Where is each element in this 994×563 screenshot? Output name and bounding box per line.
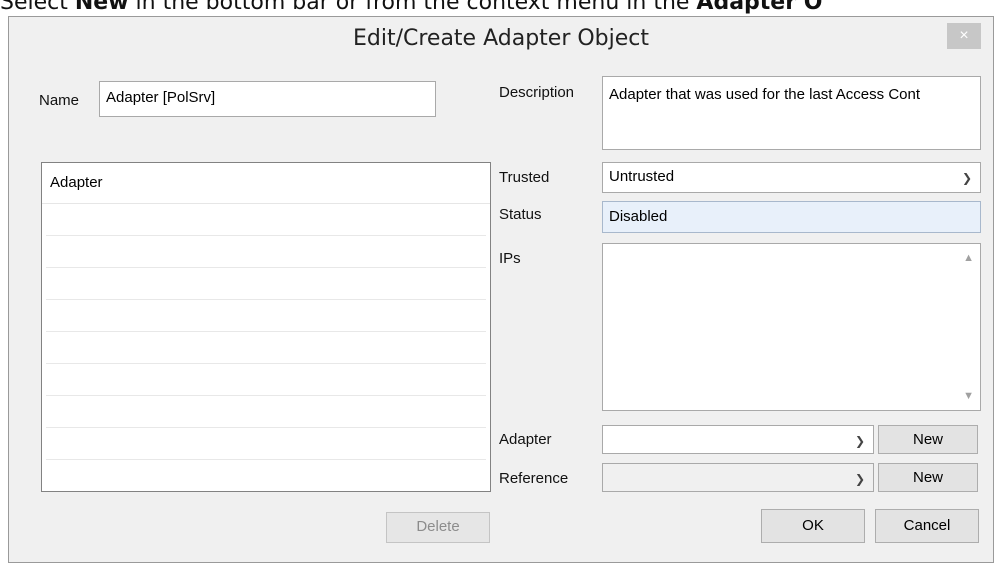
instruction-prefix: Select xyxy=(0,0,75,15)
chevron-down-icon: ❯ xyxy=(961,171,972,185)
instruction-bold-adapter: Adapter O xyxy=(696,0,823,15)
list-header: Adapter xyxy=(42,163,490,204)
trusted-value: Untrusted xyxy=(609,168,675,185)
chevron-down-icon: ❯ xyxy=(854,472,865,486)
dialog-title: Edit/Create Adapter Object xyxy=(352,26,650,51)
name-field[interactable]: Adapter [PolSrv] xyxy=(99,81,436,117)
instruction-bold-new: New xyxy=(74,0,129,15)
instruction-middle: in the bottom bar or from the context me… xyxy=(128,0,697,15)
delete-button[interactable]: Delete xyxy=(386,512,490,543)
ok-button[interactable]: OK xyxy=(761,509,865,543)
description-field[interactable]: Adapter that was used for the last Acces… xyxy=(602,76,981,150)
list-row[interactable] xyxy=(46,332,486,364)
status-field: Disabled xyxy=(602,201,981,233)
list-row[interactable] xyxy=(46,396,486,428)
cancel-button[interactable]: Cancel xyxy=(875,509,979,543)
adapter-new-button[interactable]: New xyxy=(878,425,978,454)
list-row[interactable] xyxy=(46,236,486,268)
title-bar: Edit/Create Adapter Object × xyxy=(9,17,993,61)
reference-label: Reference xyxy=(499,470,569,487)
ips-textarea[interactable]: ▲ ▼ xyxy=(602,243,981,411)
trusted-dropdown[interactable]: Untrusted ❯ xyxy=(602,162,981,193)
list-row[interactable] xyxy=(46,460,486,491)
list-row[interactable] xyxy=(46,204,486,236)
description-label: Description xyxy=(499,84,575,101)
name-label: Name xyxy=(39,92,80,109)
reference-dropdown[interactable]: ❯ xyxy=(602,463,874,492)
list-row[interactable] xyxy=(46,428,486,460)
edit-adapter-dialog: Edit/Create Adapter Object × Name Adapte… xyxy=(8,16,994,563)
list-row[interactable] xyxy=(46,300,486,332)
scroll-down-icon[interactable]: ▼ xyxy=(963,390,974,402)
adapter-label: Adapter xyxy=(499,431,552,448)
chevron-down-icon: ❯ xyxy=(854,434,865,448)
adapter-dropdown[interactable]: ❯ xyxy=(602,425,874,454)
reference-new-button[interactable]: New xyxy=(878,463,978,492)
status-label: Status xyxy=(499,206,542,223)
scroll-up-icon[interactable]: ▲ xyxy=(963,252,974,264)
list-row[interactable] xyxy=(46,268,486,300)
list-row[interactable] xyxy=(46,364,486,396)
close-button[interactable]: × xyxy=(947,23,981,49)
ips-label: IPs xyxy=(499,250,521,267)
adapter-list[interactable]: Adapter xyxy=(41,162,491,492)
trusted-label: Trusted xyxy=(499,169,550,186)
close-icon: × xyxy=(959,27,969,44)
